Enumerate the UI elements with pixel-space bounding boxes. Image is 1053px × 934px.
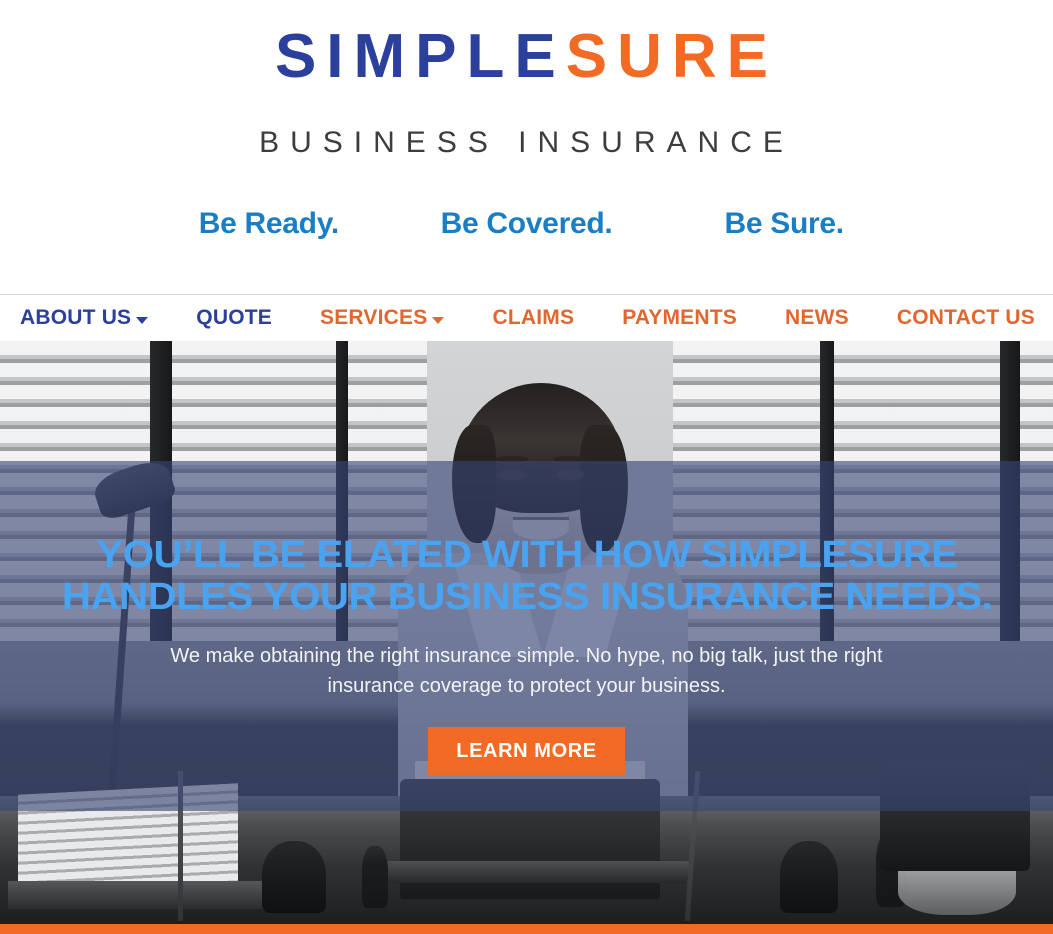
hero-headline: YOU’LL BE ELATED WITH HOW SIMPLESURE HAN… — [61, 534, 992, 618]
site-logo[interactable]: SIMPLESURE — [0, 26, 1053, 88]
nav-label-payments: PAYMENTS — [622, 306, 737, 329]
nav-label-services: SERVICES — [320, 306, 428, 329]
nav-label-claims: CLAIMS — [492, 306, 575, 329]
page-root: SIMPLESURE BUSINESS INSURANCE Be Ready. … — [0, 0, 1053, 934]
hero-banner: YOU’LL BE ELATED WITH HOW SIMPLESURE HAN… — [0, 341, 1053, 924]
nav-label-contact-us: CONTACT US — [896, 306, 1035, 329]
hero-subtext: We make obtaining the right insurance si… — [170, 644, 883, 697]
tagline-be-ready: Be Ready. — [198, 207, 339, 240]
learn-more-button[interactable]: LEARN MORE — [428, 726, 625, 775]
bottom-accent-bar — [0, 924, 1053, 934]
main-navigation: ABOUT US QUOTE SERVICES CLAIMS PAYMENTS … — [0, 294, 1053, 341]
chevron-down-icon — [432, 316, 445, 324]
logo-text-sure: SURE — [565, 22, 779, 91]
tagline-be-covered: Be Covered. — [440, 207, 613, 240]
ink-bottle-left — [362, 846, 388, 908]
logo-text-simple: SIMPLE — [274, 22, 566, 91]
nav-label-about-us: ABOUT US — [20, 306, 132, 329]
nav-label-news: NEWS — [785, 306, 849, 329]
nav-item-news[interactable]: NEWS — [785, 306, 849, 330]
nav-item-claims[interactable]: CLAIMS — [492, 306, 574, 330]
tagline-row: Be Ready. Be Covered. Be Sure. — [0, 206, 1053, 242]
nav-item-contact-us[interactable]: CONTACT US — [897, 306, 1035, 330]
nav-item-services[interactable]: SERVICES — [320, 306, 445, 330]
hero-content: YOU’LL BE ELATED WITH HOW SIMPLESURE HAN… — [0, 461, 1053, 811]
nav-item-payments[interactable]: PAYMENTS — [622, 306, 737, 330]
nav-item-quote[interactable]: QUOTE — [196, 306, 272, 330]
desk-tray — [8, 881, 268, 909]
tagline-be-sure: Be Sure. — [724, 207, 845, 240]
typewriter-base — [370, 861, 690, 883]
site-header: SIMPLESURE BUSINESS INSURANCE Be Ready. … — [0, 0, 1053, 294]
desk-stamp-left — [262, 841, 326, 913]
logo-subtitle: BUSINESS INSURANCE — [259, 126, 794, 159]
desk-stamp-right — [780, 841, 838, 913]
nav-item-about-us[interactable]: ABOUT US — [20, 306, 149, 330]
nav-label-quote: QUOTE — [196, 306, 272, 329]
chevron-down-icon — [136, 316, 149, 324]
